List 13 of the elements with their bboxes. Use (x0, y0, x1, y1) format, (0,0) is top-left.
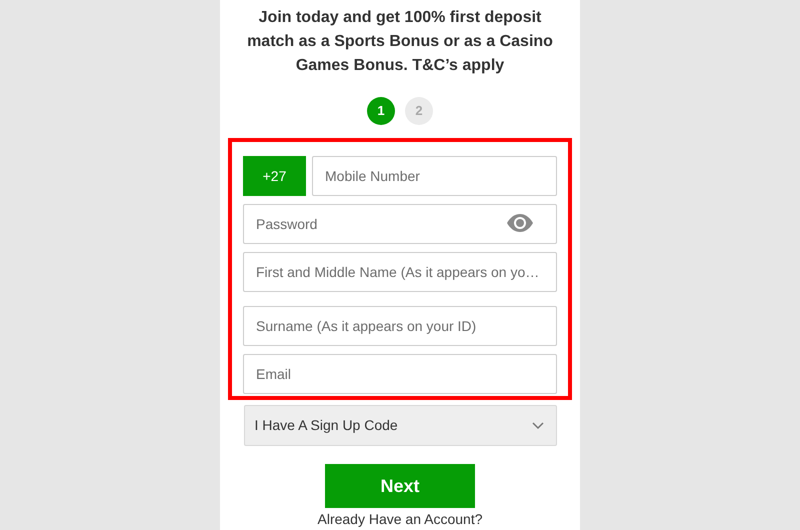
country-code-button[interactable]: +27 (243, 156, 306, 196)
next-button[interactable]: Next (325, 464, 475, 508)
input-field[interactable]: Email (243, 354, 557, 394)
signup-code-dropdown[interactable]: I Have A Sign Up Code (244, 405, 556, 446)
input-field[interactable]: First and Middle Name (As it appears on yo… (243, 252, 557, 292)
input-field[interactable]: Password (243, 204, 557, 244)
input-field[interactable]: Surname (As it appears on your ID) (243, 306, 557, 346)
input-field[interactable]: Mobile Number (312, 156, 557, 196)
promo-text: Join today and get 100% first deposit match as a Sports Bonus or as a Casino Games Bonus. T&C’s apply (246, 8, 554, 76)
eye-icon[interactable] (506, 213, 534, 233)
step-indicator: 2 (405, 97, 433, 125)
account-link[interactable]: Already Have an Account? (318, 509, 482, 530)
step-indicator: 1 (367, 97, 395, 125)
